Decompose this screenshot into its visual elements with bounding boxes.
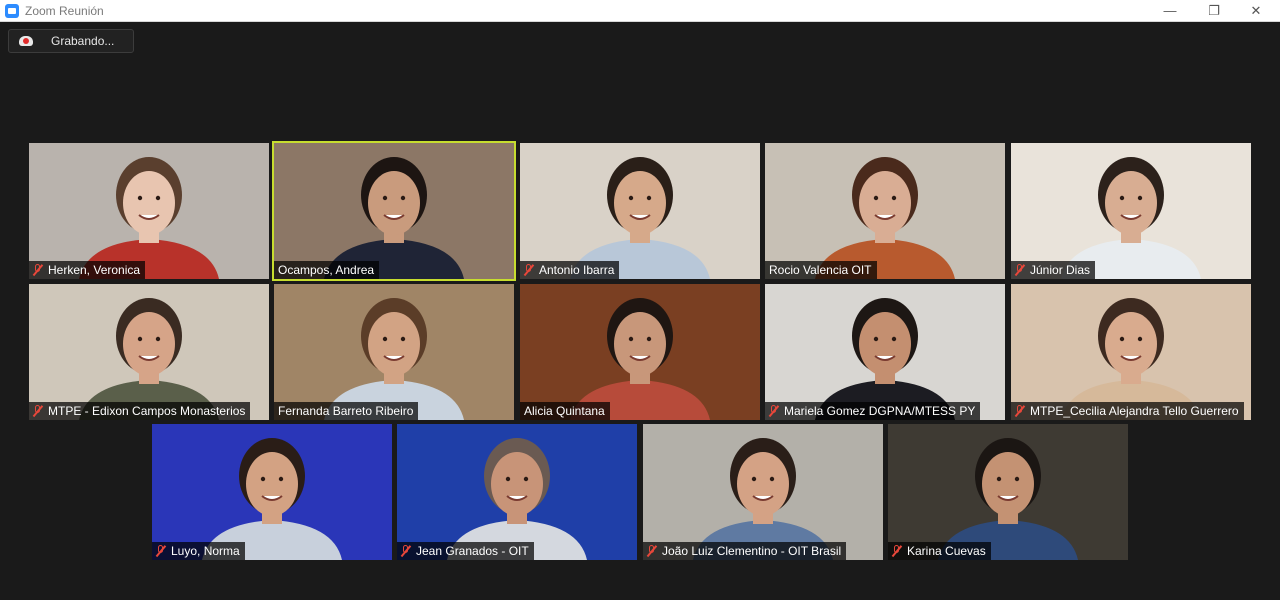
participant-video-tile[interactable]: Antonio Ibarra [520,143,760,279]
minimize-button[interactable]: — [1150,0,1190,21]
participant-name: João Luiz Clementino - OIT Brasil [662,544,842,558]
participant-name-label: Ocampos, Andrea [274,261,380,279]
muted-microphone-icon [400,544,412,558]
recording-label: Grabando... [51,34,115,48]
participant-name: Luyo, Norma [171,544,240,558]
muted-microphone-icon [768,404,780,418]
participant-name: Ocampos, Andrea [278,263,375,277]
participant-video-feed [1061,157,1201,279]
participant-name: Antonio Ibarra [539,263,615,277]
participant-video-tile[interactable]: Júnior Dias [1011,143,1251,279]
close-button[interactable]: ✕ [1236,0,1276,21]
participant-video-feed [202,438,342,560]
participant-video-tile[interactable]: Mariela Gomez DGPNA/MTESS PY [765,284,1005,420]
participant-name-label: Mariela Gomez DGPNA/MTESS PY [765,402,981,420]
participant-video-feed [79,157,219,279]
participant-name: Karina Cuevas [907,544,986,558]
participant-video-feed [324,157,464,279]
muted-microphone-icon [646,544,658,558]
participant-video-feed [570,298,710,420]
participant-video-tile[interactable]: Fernanda Barreto Ribeiro [274,284,514,420]
participant-name-label: MTPE - Edixon Campos Monasterios [29,402,251,420]
participant-name: Jean Granados - OIT [416,544,529,558]
participant-name: Herken, Veronica [48,263,141,277]
participant-name: MTPE_Cecilia Alejandra Tello Guerrero [1030,404,1239,418]
participant-name: Alicia Quintana [524,404,605,418]
muted-microphone-icon [1014,263,1026,277]
muted-microphone-icon [32,404,44,418]
cloud-record-icon [19,36,33,46]
participant-video-tile[interactable]: Rocio Valencia OIT [765,143,1005,279]
participant-video-feed [447,438,587,560]
participant-name: Júnior Dias [1030,263,1091,277]
participant-name-label: Karina Cuevas [888,542,991,560]
participant-video-feed [79,298,219,420]
participant-name-label: Jean Granados - OIT [397,542,534,560]
participant-name-label: Júnior Dias [1011,261,1096,279]
participant-video-tile[interactable]: Luyo, Norma [152,424,392,560]
participant-video-tile[interactable]: Karina Cuevas [888,424,1128,560]
participant-video-tile[interactable]: Herken, Veronica [29,143,269,279]
muted-microphone-icon [891,544,903,558]
muted-microphone-icon [523,263,535,277]
participant-name-label: Luyo, Norma [152,542,245,560]
participant-video-tile[interactable]: Jean Granados - OIT [397,424,637,560]
participant-name-label: Rocio Valencia OIT [765,261,877,279]
participant-video-feed [815,298,955,420]
muted-microphone-icon [32,263,44,277]
participant-name-label: Fernanda Barreto Ribeiro [274,402,419,420]
restore-button[interactable]: ❐ [1194,0,1234,21]
muted-microphone-icon [155,544,167,558]
participant-video-feed [324,298,464,420]
participant-video-feed [693,438,833,560]
participant-video-feed [570,157,710,279]
participant-video-feed [1061,298,1201,420]
window-title: Zoom Reunión [25,3,104,18]
participant-video-tile[interactable]: MTPE - Edixon Campos Monasterios [29,284,269,420]
participant-name: Rocio Valencia OIT [769,263,872,277]
participant-video-tile[interactable]: João Luiz Clementino - OIT Brasil [643,424,883,560]
participant-name: Mariela Gomez DGPNA/MTESS PY [784,404,976,418]
participant-video-tile[interactable]: Ocampos, Andrea [274,143,514,279]
participant-video-feed [938,438,1078,560]
participant-name-label: Herken, Veronica [29,261,146,279]
participant-name: Fernanda Barreto Ribeiro [278,404,414,418]
recording-indicator[interactable]: Grabando... [8,29,134,53]
participant-video-feed [815,157,955,279]
participant-name-label: João Luiz Clementino - OIT Brasil [643,542,847,560]
participant-name-label: Alicia Quintana [520,402,610,420]
muted-microphone-icon [1014,404,1026,418]
zoom-app-icon [5,3,19,18]
participant-name-label: Antonio Ibarra [520,261,620,279]
participant-video-tile[interactable]: Alicia Quintana [520,284,760,420]
participant-video-tile[interactable]: MTPE_Cecilia Alejandra Tello Guerrero [1011,284,1251,420]
participant-name-label: MTPE_Cecilia Alejandra Tello Guerrero [1011,402,1244,420]
title-bar: Zoom Reunión — ❐ ✕ [0,0,1280,22]
participant-name: MTPE - Edixon Campos Monasterios [48,404,246,418]
